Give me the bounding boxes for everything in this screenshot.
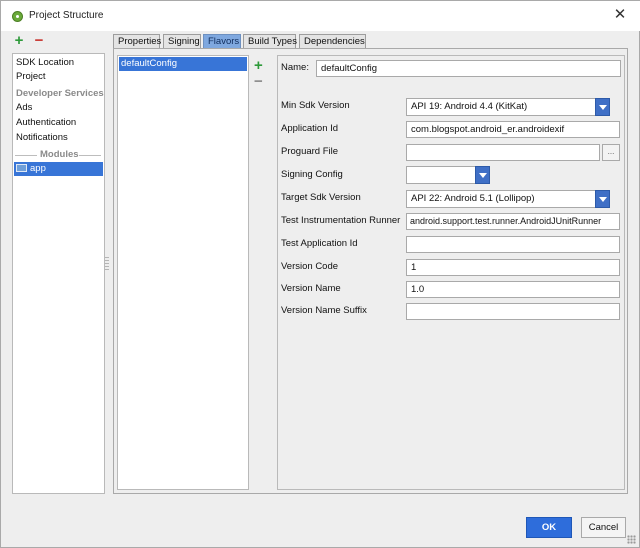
sidebar-item-app[interactable]: app (14, 162, 103, 176)
min-sdk-value: API 19: Android 4.4 (KitKat) (411, 101, 528, 112)
module-label: app (30, 163, 46, 174)
tab-signing[interactable]: Signing (163, 34, 201, 49)
application-id-field[interactable]: com.blogspot.android_er.androidexif (406, 121, 620, 138)
sidebar-section-developer-services: Developer Services (16, 88, 104, 99)
project-structure-dialog: Project Structure ✕ + − SDK Location Pro… (0, 0, 640, 548)
close-icon[interactable]: ✕ (611, 6, 629, 24)
tab-flavors[interactable]: Flavors (203, 34, 241, 49)
min-sdk-label: Min Sdk Version (281, 100, 350, 111)
window-title: Project Structure (29, 10, 104, 21)
title-bar: Project Structure ✕ (1, 1, 640, 31)
cancel-button[interactable]: Cancel (581, 517, 626, 538)
proguard-file-field[interactable] (406, 144, 600, 161)
splitter-handle[interactable] (105, 256, 109, 270)
sidebar-item-authentication[interactable]: Authentication (16, 116, 76, 130)
sidebar-item-sdk-location[interactable]: SDK Location (16, 56, 74, 70)
test-runner-label: Test Instrumentation Runner (281, 215, 401, 226)
signing-config-label: Signing Config (281, 169, 343, 180)
min-sdk-dropdown[interactable]: API 19: Android 4.4 (KitKat) (406, 98, 610, 116)
test-app-id-field[interactable] (406, 236, 620, 253)
add-icon[interactable]: + (13, 33, 25, 49)
target-sdk-value: API 22: Android 5.1 (Lollipop) (411, 193, 535, 204)
separator-line (79, 155, 101, 156)
tab-dependencies[interactable]: Dependencies (299, 34, 366, 49)
ok-button[interactable]: OK (526, 517, 572, 538)
test-app-id-label: Test Application Id (281, 238, 358, 249)
chevron-down-icon[interactable] (595, 190, 610, 208)
version-name-suffix-label: Version Name Suffix (281, 305, 367, 316)
test-runner-field[interactable]: android.support.test.runner.AndroidJUnit… (406, 213, 620, 230)
modules-separator: Modules (13, 148, 104, 162)
application-id-label: Application Id (281, 123, 339, 134)
left-toolbar: + − (13, 33, 53, 51)
version-code-label: Version Code (281, 261, 339, 272)
signing-config-dropdown[interactable] (406, 166, 490, 184)
chevron-down-icon[interactable] (595, 98, 610, 116)
target-sdk-dropdown[interactable]: API 22: Android 5.1 (Lollipop) (406, 190, 610, 208)
tab-properties[interactable]: Properties (113, 34, 161, 49)
flavor-toolbar: + − (252, 57, 268, 90)
version-name-field[interactable]: 1.0 (406, 281, 620, 298)
add-flavor-icon[interactable]: + (254, 57, 263, 74)
name-field[interactable]: defaultConfig (316, 60, 621, 77)
resize-grip[interactable] (627, 535, 636, 544)
chevron-down-icon[interactable] (475, 166, 490, 184)
version-code-field[interactable]: 1 (406, 259, 620, 276)
separator-line (15, 155, 37, 156)
settings-list: SDK Location Project Developer Services … (12, 53, 105, 494)
sidebar-item-notifications[interactable]: Notifications (16, 131, 68, 145)
modules-header: Modules (40, 149, 79, 160)
browse-button[interactable]: ... (602, 144, 620, 161)
version-name-label: Version Name (281, 283, 341, 294)
sidebar-item-ads[interactable]: Ads (16, 101, 32, 115)
name-label: Name: (281, 62, 309, 73)
flavor-item-defaultconfig[interactable]: defaultConfig (119, 57, 247, 71)
version-name-suffix-field[interactable] (406, 303, 620, 320)
target-sdk-label: Target Sdk Version (281, 192, 361, 203)
proguard-file-label: Proguard File (281, 146, 339, 157)
sidebar-item-project[interactable]: Project (16, 70, 46, 84)
android-studio-icon (12, 11, 23, 22)
tab-build-types[interactable]: Build Types (243, 34, 297, 49)
remove-icon[interactable]: − (33, 33, 45, 49)
flavor-list: defaultConfig (117, 55, 249, 490)
remove-flavor-icon[interactable]: − (254, 73, 263, 90)
module-folder-icon (16, 164, 27, 172)
